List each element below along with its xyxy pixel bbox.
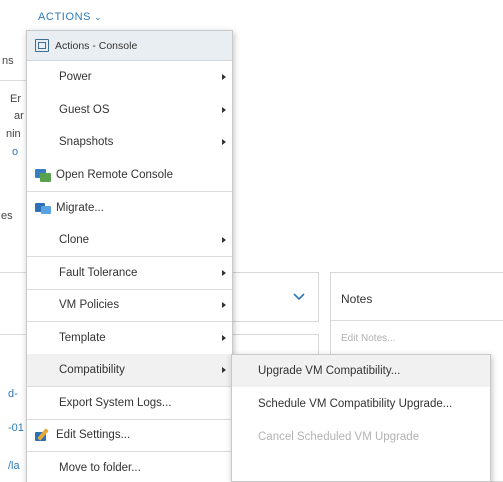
policy-dropdown[interactable]: [233, 272, 319, 322]
menu-item-label: VM Policies: [59, 299, 120, 312]
menu-item-label: Clone: [59, 233, 90, 246]
menu-item-migrate[interactable]: Migrate...: [27, 191, 232, 224]
bg-fragment: Er: [10, 93, 21, 105]
edit-settings-icon: [35, 428, 51, 442]
menu-header-title: Actions - Console: [55, 39, 138, 52]
divider: [0, 334, 26, 335]
menu-item-label: Snapshots: [59, 136, 114, 149]
bg-fragment: es: [1, 210, 13, 222]
menu-item-fault-tolerance[interactable]: Fault Tolerance: [27, 256, 232, 289]
divider: [331, 320, 503, 321]
submenu-arrow-icon: [222, 106, 226, 113]
notes-edit-link[interactable]: Edit Notes...: [341, 333, 395, 344]
bg-fragment-link[interactable]: o: [12, 146, 18, 158]
menu-item-edit-settings[interactable]: Edit Settings...: [27, 418, 232, 452]
menu-item-label: Move to folder...: [59, 461, 141, 474]
migrate-icon: [35, 201, 51, 215]
menu-item-open-remote-console[interactable]: Open Remote Console: [27, 159, 232, 192]
submenu-arrow-icon: [222, 366, 226, 373]
menu-header: Actions - Console: [27, 31, 232, 61]
submenu-arrow-icon: [222, 236, 226, 243]
actions-label: ACTIONS: [38, 11, 92, 23]
menu-item-clone[interactable]: Clone: [27, 224, 232, 257]
compatibility-submenu: Upgrade VM Compatibility... Schedule VM …: [231, 354, 491, 482]
chevron-down-icon: ⌄: [94, 12, 103, 22]
divider: [0, 80, 26, 81]
bg-fragment-link[interactable]: d-: [8, 388, 18, 400]
menu-item-label: Migrate...: [56, 201, 104, 214]
submenu-arrow-icon: [222, 269, 226, 276]
menu-item-label: Power: [59, 71, 92, 84]
chevron-down-icon: [293, 293, 305, 301]
actions-button[interactable]: ACTIONS ⌄: [38, 11, 102, 23]
menu-item-export-system-logs[interactable]: Export System Logs...: [27, 386, 232, 419]
bg-fragment-link[interactable]: -01: [8, 422, 24, 434]
submenu-arrow-icon: [222, 74, 226, 81]
menu-item-label: Template: [59, 331, 106, 344]
menu-item-label: Fault Tolerance: [59, 266, 138, 279]
menu-item-template[interactable]: Template: [27, 321, 232, 354]
remote-console-icon: [35, 168, 51, 182]
actions-menu: Actions - Console Power Guest OS Snapsho…: [26, 30, 233, 482]
submenu-arrow-icon: [222, 334, 226, 341]
menu-item-label: Export System Logs...: [59, 396, 172, 409]
menu-item-guest-os[interactable]: Guest OS: [27, 94, 232, 127]
menu-item-move-to-folder[interactable]: Move to folder...: [27, 451, 232, 482]
bg-fragment-link[interactable]: /la: [8, 460, 20, 472]
submenu-item-schedule-vm-compatibility-upgrade[interactable]: Schedule VM Compatibility Upgrade...: [232, 387, 490, 420]
submenu-item-label: Schedule VM Compatibility Upgrade...: [258, 397, 453, 410]
console-window-icon: [35, 39, 49, 52]
menu-item-snapshots[interactable]: Snapshots: [27, 126, 232, 159]
bg-fragment: ar: [14, 110, 24, 122]
bg-fragment: nin: [6, 128, 21, 140]
notes-title: Notes: [341, 292, 373, 306]
submenu-item-label: Upgrade VM Compatibility...: [258, 365, 401, 377]
menu-item-label: Guest OS: [59, 103, 110, 116]
menu-item-label: Compatibility: [59, 363, 125, 376]
submenu-item-cancel-scheduled-vm-upgrade: Cancel Scheduled VM Upgrade: [232, 420, 490, 453]
menu-item-power[interactable]: Power: [27, 61, 232, 94]
submenu-arrow-icon: [222, 302, 226, 309]
submenu-item-upgrade-vm-compatibility[interactable]: Upgrade VM Compatibility...: [232, 355, 490, 387]
menu-item-label: Open Remote Console: [56, 168, 173, 181]
bg-fragment: ns: [2, 55, 14, 67]
menu-item-vm-policies[interactable]: VM Policies: [27, 288, 232, 322]
submenu-item-label: Cancel Scheduled VM Upgrade: [258, 430, 420, 443]
divider: [0, 272, 26, 273]
menu-item-compatibility[interactable]: Compatibility: [27, 353, 232, 386]
menu-item-label: Edit Settings...: [56, 429, 131, 442]
submenu-arrow-icon: [222, 139, 226, 146]
